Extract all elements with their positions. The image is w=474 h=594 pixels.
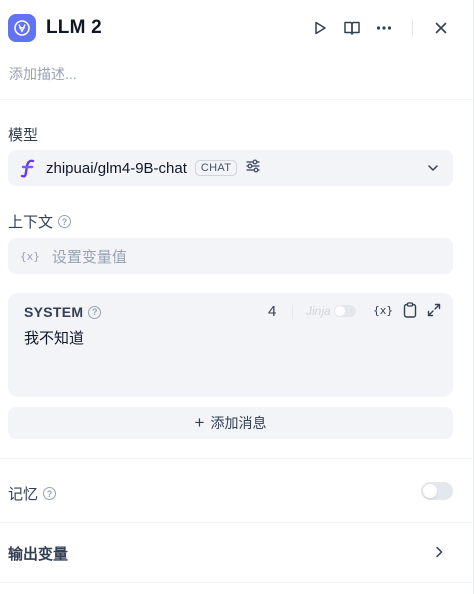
header-actions (306, 14, 455, 42)
description-input[interactable]: 添加描述... (9, 64, 77, 84)
model-params-button[interactable] (245, 158, 261, 179)
header-divider (412, 19, 413, 37)
model-section-label: 模型 (8, 127, 39, 144)
chevron-right-icon (436, 546, 443, 558)
page-title[interactable]: LLM 2 (46, 17, 102, 39)
docs-button[interactable] (338, 14, 366, 42)
panel-header: LLM 2 (8, 14, 473, 42)
help-icon[interactable]: ? (58, 215, 72, 228)
close-button[interactable] (427, 14, 455, 42)
divider (0, 582, 473, 583)
jinja-toggle[interactable]: Jinja (306, 304, 356, 318)
plus-icon: + (194, 413, 205, 432)
sliders-icon (246, 159, 260, 172)
mode-badge: CHAT (194, 160, 238, 176)
expand-icon[interactable] (427, 303, 441, 317)
divider (292, 305, 293, 319)
system-prompt-editor: SYSTEM ? 4 Jinja {x} 我不知道 (8, 293, 453, 397)
memory-section-label: 记忆 ? (8, 483, 57, 504)
book-icon (344, 21, 360, 35)
llm-node-icon (8, 14, 36, 42)
memory-toggle[interactable] (421, 482, 453, 500)
system-prompt-text[interactable]: 我不知道 (24, 327, 84, 348)
system-role-label: SYSTEM ? (24, 304, 102, 320)
more-horizontal-icon (376, 26, 392, 30)
char-count: 4 (268, 303, 277, 320)
context-variable-selector[interactable]: {x} 设置变量值 (8, 238, 453, 274)
close-icon (435, 22, 447, 34)
model-selector[interactable]: zhipuai/glm4-9B-chat CHAT (8, 150, 453, 186)
add-message-button[interactable]: + 添加消息 (8, 407, 453, 439)
run-button[interactable] (306, 14, 334, 42)
divider (0, 522, 473, 523)
llm-node-panel: LLM 2 添加描述... 模型 zhipuai/glm4-9B-chat CH… (0, 0, 474, 594)
chevron-down-icon (428, 165, 438, 171)
insert-variable-icon[interactable]: {x} (373, 304, 393, 317)
help-icon[interactable]: ? (43, 487, 57, 500)
jinja-switch[interactable] (333, 305, 356, 317)
clipboard-icon[interactable] (403, 302, 417, 318)
divider (0, 458, 473, 459)
help-icon[interactable]: ? (88, 305, 102, 319)
context-placeholder: 设置变量值 (51, 248, 127, 266)
more-button[interactable] (370, 14, 398, 42)
system-prompt-tools: {x} (373, 302, 441, 318)
variable-icon: {x} (20, 249, 40, 263)
play-icon (315, 21, 326, 35)
context-section-label: 上下文 ? (8, 211, 72, 232)
model-name: zhipuai/glm4-9B-chat (46, 159, 187, 177)
output-variables-row[interactable]: 输出变量 (8, 540, 453, 566)
divider (0, 99, 473, 100)
zhipuai-logo-icon (20, 159, 35, 178)
output-variables-label: 输出变量 (8, 545, 69, 563)
